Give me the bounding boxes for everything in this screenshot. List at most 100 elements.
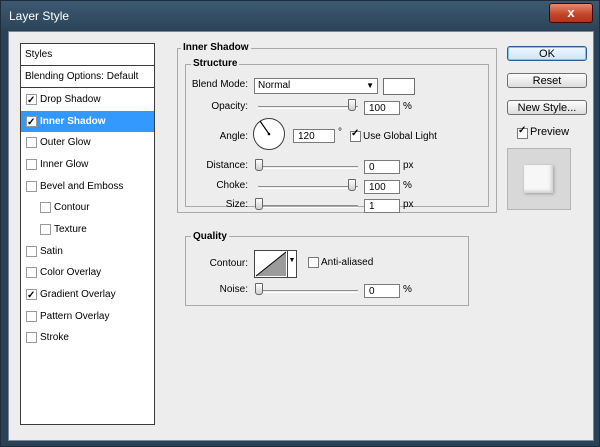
chevron-down-icon: ▼ [366, 81, 374, 90]
ok-button[interactable]: OK [507, 46, 587, 61]
noise-unit: % [403, 284, 412, 295]
inner-glow-checkbox[interactable] [26, 159, 37, 170]
angle-input[interactable]: 120 [293, 129, 335, 143]
contour-curve-icon [255, 251, 287, 277]
satin-checkbox[interactable] [26, 246, 37, 257]
noise-input[interactable]: 0 [364, 284, 400, 298]
angle-label: Angle: [219, 131, 248, 142]
list-item-bevel-emboss[interactable]: Bevel and Emboss [21, 176, 154, 197]
noise-slider-track[interactable] [258, 290, 358, 293]
color-overlay-checkbox[interactable] [26, 267, 37, 278]
preview-label: Preview [530, 126, 570, 138]
choke-unit: % [403, 180, 412, 191]
list-item-label: Pattern Overlay [40, 311, 110, 322]
shadow-color-swatch[interactable] [383, 78, 415, 95]
list-item-drop-shadow[interactable]: Drop Shadow [21, 89, 154, 111]
blend-mode-select[interactable]: Normal ▼ [254, 78, 378, 94]
stroke-checkbox[interactable] [26, 332, 37, 343]
bevel-emboss-checkbox[interactable] [26, 181, 37, 192]
inner-shadow-checkbox[interactable] [26, 112, 37, 133]
size-input[interactable]: 1 [364, 199, 400, 213]
noise-slider-thumb[interactable] [255, 283, 263, 295]
styles-header[interactable]: Styles [21, 44, 154, 66]
list-item-label: Gradient Overlay [40, 289, 116, 300]
size-label: Size: [225, 199, 248, 210]
list-item-texture[interactable]: Texture [21, 219, 154, 240]
layer-style-dialog: Layer Style x Styles Blending Options: D… [0, 0, 600, 447]
list-item-satin[interactable]: Satin [21, 241, 154, 262]
distance-unit: px [403, 160, 414, 171]
distance-label: Distance: [206, 160, 248, 171]
quality-title: Quality [191, 231, 229, 242]
window-title: Layer Style [9, 9, 70, 23]
blend-mode-value: Normal [258, 80, 291, 91]
contour-picker[interactable] [254, 250, 288, 278]
style-preview-swatch [524, 165, 553, 193]
size-unit: px [403, 199, 414, 210]
choke-slider-thumb[interactable] [348, 179, 356, 191]
contour-dropdown-arrow[interactable]: ▼ [287, 250, 297, 278]
new-style-button[interactable]: New Style... [507, 100, 587, 115]
use-global-light-label: Use Global Light [363, 131, 437, 142]
list-item-blending-options[interactable]: Blending Options: Default [21, 66, 154, 88]
angle-dial[interactable] [252, 117, 286, 151]
opacity-unit: % [403, 101, 412, 112]
gradient-overlay-checkbox[interactable] [26, 285, 37, 306]
list-item-label: Drop Shadow [40, 94, 101, 105]
noise-label: Noise: [219, 284, 248, 295]
size-slider-thumb[interactable] [255, 198, 263, 210]
structure-title: Structure [191, 58, 240, 69]
opacity-slider-track[interactable] [258, 106, 358, 109]
distance-input[interactable]: 0 [364, 160, 400, 174]
list-item-label: Color Overlay [40, 267, 102, 278]
list-item-contour[interactable]: Contour [21, 197, 154, 218]
use-global-light-checkbox[interactable] [350, 128, 361, 142]
styles-list: Styles Blending Options: Default Drop Sh… [20, 43, 155, 425]
choke-label: Choke: [216, 180, 248, 191]
outer-glow-checkbox[interactable] [26, 137, 37, 148]
choke-slider-track[interactable] [258, 186, 358, 189]
anti-aliased-label: Anti-aliased [321, 257, 374, 268]
anti-aliased-checkbox[interactable] [308, 257, 319, 268]
list-item-outer-glow[interactable]: Outer Glow [21, 132, 154, 153]
list-item-label: Bevel and Emboss [40, 181, 124, 192]
close-button[interactable]: x [549, 3, 593, 23]
drop-shadow-checkbox[interactable] [26, 90, 37, 111]
pattern-overlay-checkbox[interactable] [26, 311, 37, 322]
preview-checkbox[interactable] [517, 125, 528, 139]
style-preview [507, 148, 571, 210]
list-item-inner-shadow[interactable]: Inner Shadow [21, 111, 154, 133]
opacity-input[interactable]: 100 [364, 101, 400, 115]
contour-label: Contour: [209, 258, 248, 269]
choke-input[interactable]: 100 [364, 180, 400, 194]
list-item-pattern-overlay[interactable]: Pattern Overlay [21, 306, 154, 327]
list-item-stroke[interactable]: Stroke [21, 327, 154, 348]
angle-unit: ° [338, 127, 342, 138]
opacity-label: Opacity: [211, 101, 248, 112]
list-item-label: Inner Glow [40, 159, 89, 170]
list-item-gradient-overlay[interactable]: Gradient Overlay [21, 284, 154, 306]
distance-slider-thumb[interactable] [255, 159, 263, 171]
dialog-body: Styles Blending Options: Default Drop Sh… [8, 31, 594, 441]
quality-group [185, 236, 469, 306]
size-slider-track[interactable] [258, 205, 358, 208]
list-item-color-overlay[interactable]: Color Overlay [21, 262, 154, 283]
inner-shadow-title: Inner Shadow [181, 42, 251, 53]
chevron-down-icon: ▼ [288, 257, 296, 264]
list-item-label: Contour [54, 202, 90, 213]
list-item-label: Texture [54, 224, 87, 235]
list-item-inner-glow[interactable]: Inner Glow [21, 154, 154, 175]
blend-mode-label: Blend Mode: [191, 79, 248, 90]
list-item-label: Satin [40, 246, 63, 257]
list-item-label: Outer Glow [40, 137, 91, 148]
list-item-label: Inner Shadow [40, 116, 106, 127]
list-item-label: Blending Options: Default [25, 71, 139, 82]
title-bar[interactable]: Layer Style x [1, 1, 599, 31]
texture-checkbox[interactable] [40, 224, 51, 235]
reset-button[interactable]: Reset [507, 73, 587, 88]
opacity-slider-thumb[interactable] [348, 99, 356, 111]
contour-checkbox[interactable] [40, 202, 51, 213]
list-item-label: Stroke [40, 332, 69, 343]
styles-header-label: Styles [25, 49, 53, 60]
distance-slider-track[interactable] [258, 166, 358, 169]
